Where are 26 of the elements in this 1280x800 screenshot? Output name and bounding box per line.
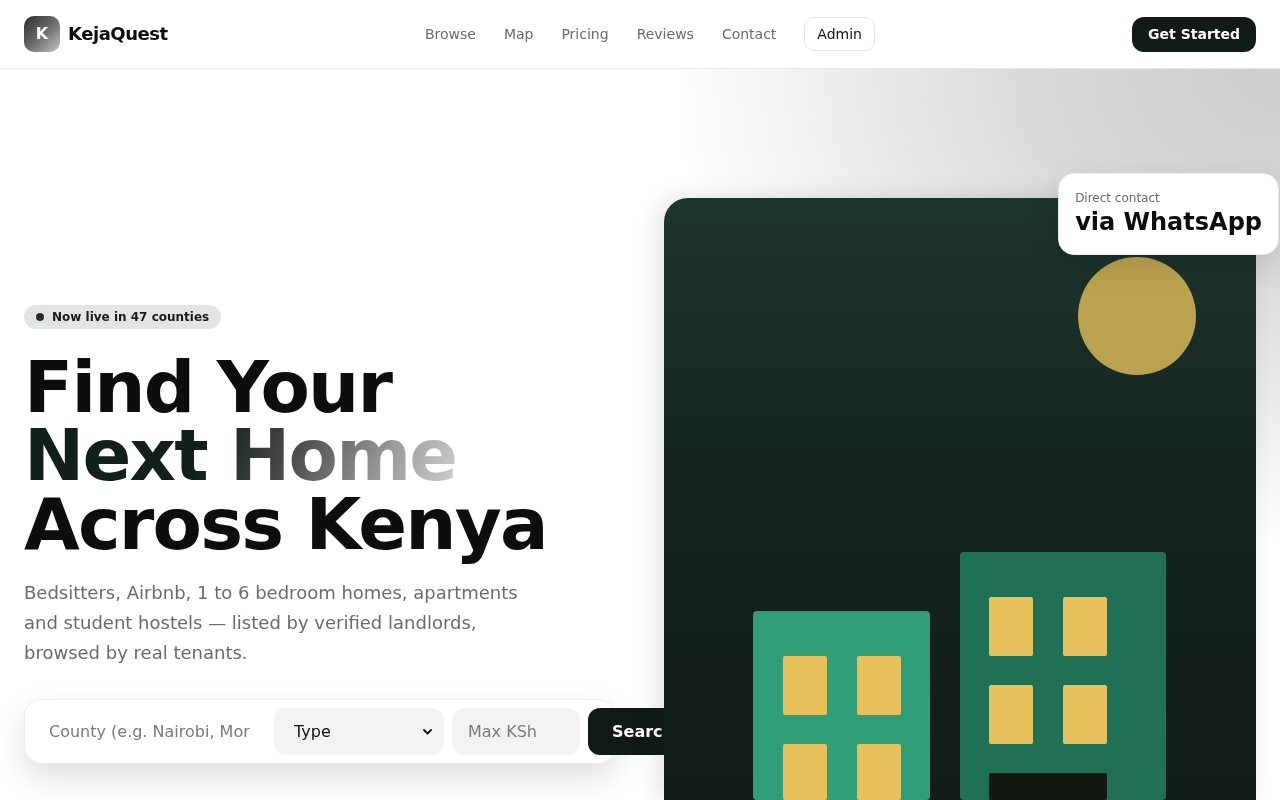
window (989, 597, 1033, 656)
window (783, 656, 827, 715)
contact-caption: Direct contact (1075, 190, 1161, 206)
search-button[interactable]: Searc (588, 708, 664, 756)
window (783, 744, 827, 800)
nav-link[interactable]: Pricing (561, 24, 609, 44)
get-started-button[interactable]: Get Started (1132, 16, 1256, 52)
admin-button[interactable]: Admin (804, 17, 875, 51)
window (1063, 685, 1107, 744)
hero-headline: Find Your Next Home Across Kenya (24, 345, 547, 567)
window (989, 685, 1033, 744)
window (857, 656, 901, 715)
nav-link[interactable]: Browse (424, 24, 476, 44)
type-select[interactable]: Type (274, 708, 444, 756)
contact-title: via WhatsApp (1075, 207, 1262, 238)
brand-name[interactable]: KejaQuest (68, 20, 168, 48)
window (1063, 597, 1107, 656)
window (857, 744, 901, 800)
nav-link[interactable]: Reviews (636, 24, 694, 44)
max-price-field[interactable]: Max KSh (452, 708, 580, 756)
logo-mark[interactable]: K (24, 16, 60, 52)
badge-text: Now live in 47 counties (52, 309, 210, 325)
chevron-down-icon (423, 728, 432, 735)
nav-link[interactable]: Contact (721, 24, 777, 44)
hero-subtitle: Bedsitters, Airbnb, 1 to 6 bedroom homes, apartments and student hostels — listed by verified landlords, browsed by real tenants. (24, 581, 519, 665)
nav-link[interactable]: Map (503, 24, 534, 44)
